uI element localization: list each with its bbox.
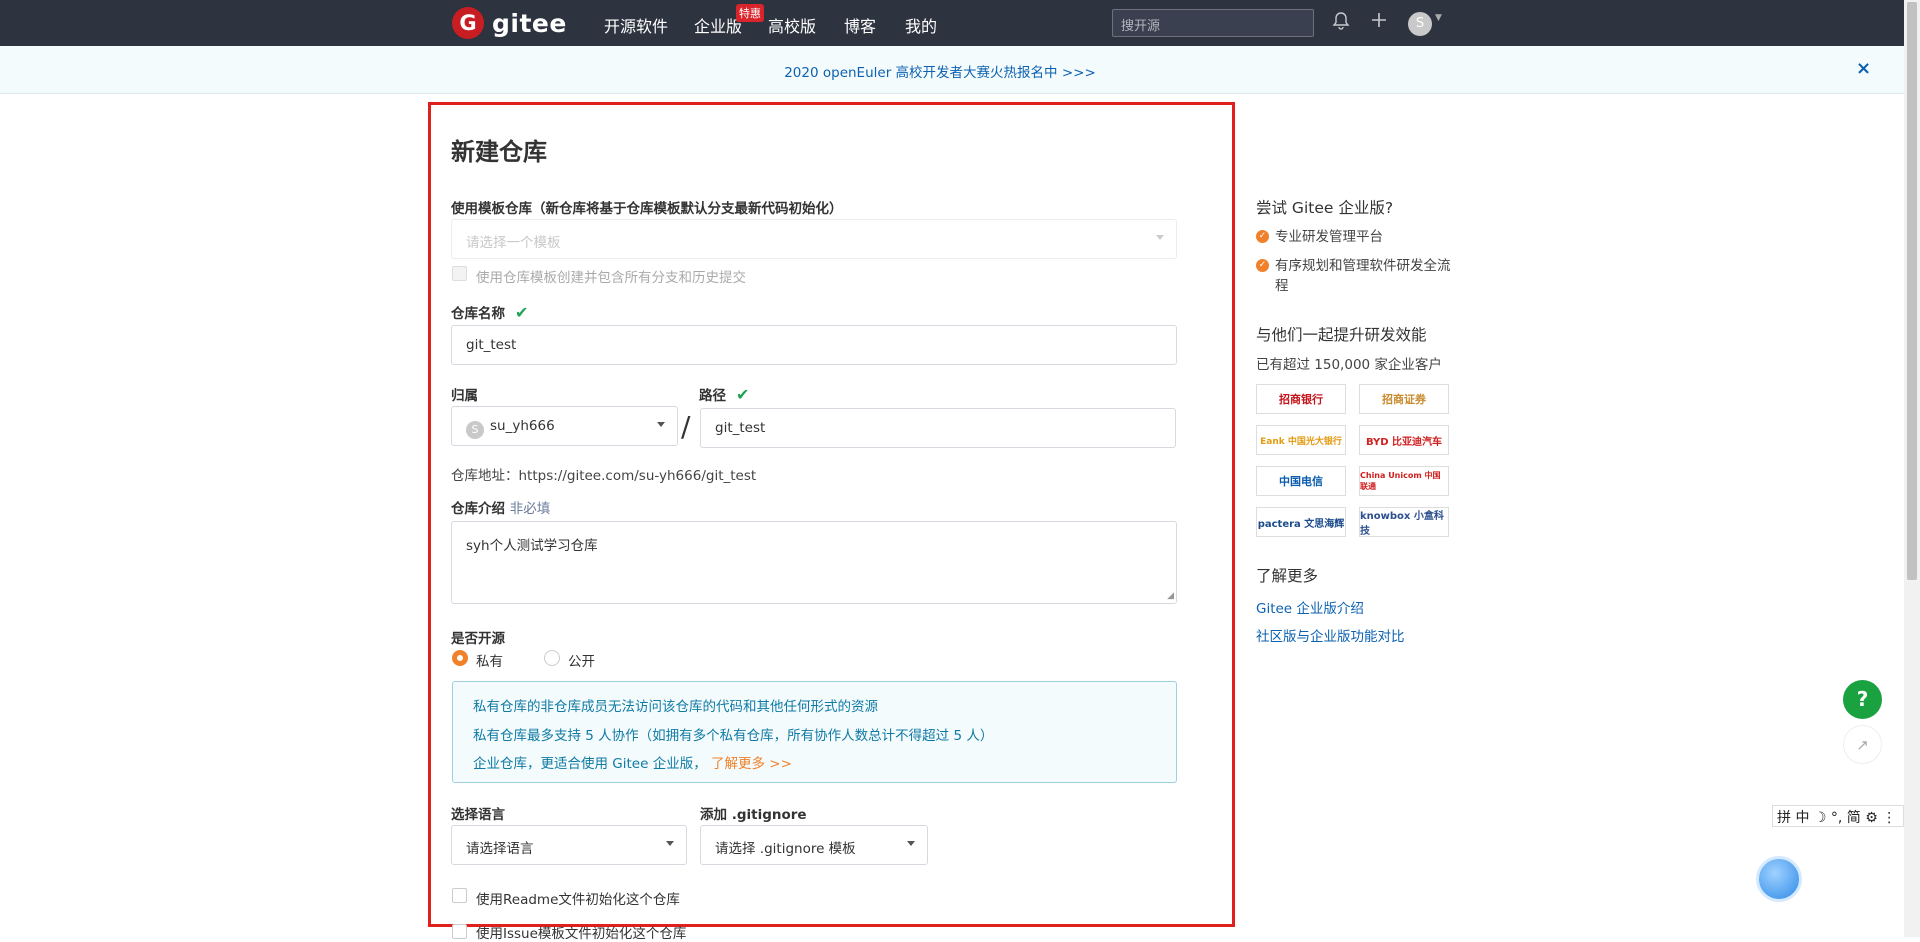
close-icon[interactable]: × (1856, 58, 1871, 79)
promo-badge: 特惠 (736, 4, 764, 22)
template-placeholder: 请选择一个模板 (466, 235, 561, 251)
bell-icon[interactable] (1330, 11, 1352, 33)
customer-logo: Eank 中国光大银行 (1256, 425, 1346, 455)
readme-checkbox-label: 使用Readme文件初始化这个仓库 (476, 892, 680, 908)
description-textarea[interactable]: syh个人测试学习仓库 ◢ (451, 521, 1177, 604)
chevron-down-icon[interactable]: ▼ (1435, 13, 1442, 23)
learn-more-link[interactable]: 了解更多 >> (711, 756, 792, 772)
path-input[interactable]: git_test (700, 408, 1176, 448)
repo-name-label: 仓库名称 ✔ (451, 302, 528, 322)
gitee-logo[interactable]: G gitee (452, 7, 567, 39)
gitignore-value: 请选择 .gitignore 模板 (715, 841, 856, 857)
user-avatar[interactable]: S (1408, 12, 1432, 36)
customer-logo: BYD 比亚迪汽车 (1359, 425, 1449, 455)
customer-logo: China Unicom 中国联通 (1359, 466, 1449, 496)
optional-hint: 非必填 (509, 501, 551, 517)
info-line: 企业仓库，更适合使用 Gitee 企业版， 了解更多 >> (473, 752, 792, 772)
nav-open-source[interactable]: 开源软件 (604, 13, 668, 37)
private-radio-label: 私有 (476, 654, 503, 670)
gitignore-select[interactable]: 请选择 .gitignore 模板 (700, 825, 928, 865)
owner-value: su_yh666 (490, 418, 555, 434)
description-value: syh个人测试学习仓库 (466, 538, 598, 554)
language-select[interactable]: 请选择语言 (451, 825, 687, 865)
scrollbar-thumb[interactable] (1907, 2, 1917, 580)
feature-text: 有序规划和管理软件研发全流程 (1275, 258, 1451, 294)
path-label-text: 路径 (699, 388, 726, 404)
feature-text: 专业研发管理平台 (1275, 229, 1383, 245)
customer-logo: 招商银行 (1256, 384, 1346, 414)
customer-logo: knowbox 小盒科技 (1359, 507, 1449, 537)
gitignore-label: 添加 .gitignore (700, 807, 807, 823)
try-enterprise-title: 尝试 Gitee 企业版? (1256, 199, 1394, 217)
owner-label: 归属 (451, 388, 478, 404)
learn-more-title: 了解更多 (1256, 567, 1319, 585)
nav-blog[interactable]: 博客 (844, 13, 876, 37)
check-circle-icon: ✓ (1256, 259, 1269, 272)
top-navbar: G gitee 开源软件 企业版 特惠 高校版 博客 我的 搜开源 S ▼ (0, 0, 1920, 46)
private-info-box: 私有仓库的非仓库成员无法访问该仓库的代码和其他任何形式的资源 私有仓库最多支持 … (452, 681, 1177, 783)
check-circle-icon: ✓ (1256, 230, 1269, 243)
chevron-down-icon (657, 422, 665, 427)
template-select[interactable]: 请选择一个模板 (451, 219, 1177, 259)
page-title: 新建仓库 (451, 138, 547, 166)
owner-avatar: S (466, 421, 484, 439)
readme-checkbox[interactable] (452, 888, 467, 903)
info-line: 私有仓库最多支持 5 人协作（如拥有多个私有仓库，所有协作人数总计不得超过 5 … (473, 728, 994, 744)
compare-editions-link[interactable]: 社区版与企业版功能对比 (1256, 625, 1405, 645)
info-line: 私有仓库的非仓库成员无法访问该仓库的代码和其他任何形式的资源 (473, 699, 878, 715)
gitee-logo-icon: G (452, 7, 484, 39)
repo-name-label-text: 仓库名称 (451, 306, 505, 322)
public-radio-label: 公开 (568, 654, 595, 670)
banner-link[interactable]: 2020 openEuler 高校开发者大赛火热报名中 >>> (0, 61, 1880, 81)
language-value: 请选择语言 (466, 841, 534, 857)
nav-university[interactable]: 高校版 (768, 13, 816, 37)
issue-checkbox-label: 使用Issue模板文件初始化这个仓库 (476, 926, 687, 942)
check-icon: ✔ (736, 385, 750, 404)
public-radio[interactable] (544, 650, 560, 666)
customer-logo: pactera 文思海辉 (1256, 507, 1346, 537)
info-line-text: 企业仓库，更适合使用 Gitee 企业版， (473, 756, 707, 772)
floating-assistant-icon[interactable] (1756, 856, 1802, 902)
language-label: 选择语言 (451, 807, 505, 823)
path-label: 路径 ✔ (699, 384, 749, 404)
description-label: 仓库介绍 非必填 (451, 497, 550, 517)
chevron-down-icon (666, 841, 674, 846)
plus-icon[interactable] (1368, 11, 1390, 33)
resize-handle-icon[interactable]: ◢ (1167, 591, 1174, 601)
repo-address: 仓库地址：https://gitee.com/su-yh666/git_test (451, 468, 757, 484)
feature-item: ✓ 专业研发管理平台 (1256, 227, 1456, 247)
open-source-label: 是否开源 (451, 631, 505, 647)
path-separator: / (681, 410, 691, 443)
ime-toolbar[interactable]: 拼 中 ☽ °, 简 ⚙ ⋮ (1772, 805, 1904, 827)
private-radio[interactable] (452, 650, 468, 666)
gitee-logo-text: gitee (492, 8, 567, 38)
chevron-down-icon (907, 841, 915, 846)
customers-count: 已有超过 150,000 家企业客户 (1256, 357, 1442, 373)
share-icon[interactable]: ↗ (1843, 725, 1882, 764)
chevron-down-icon (1156, 235, 1164, 240)
announcement-banner: 2020 openEuler 高校开发者大赛火热报名中 >>> × (0, 46, 1908, 94)
customer-logo: 中国电信 (1256, 466, 1346, 496)
nav-enterprise-label: 企业版 (694, 17, 743, 36)
template-label: 使用模板仓库（新仓库将基于仓库模板默认分支最新代码初始化） (451, 201, 843, 217)
nav-enterprise[interactable]: 企业版 特惠 (694, 4, 764, 37)
check-icon: ✔ (515, 303, 529, 322)
feature-item: ✓ 有序规划和管理软件研发全流程 (1256, 256, 1456, 296)
description-label-text: 仓库介绍 (451, 501, 505, 517)
repo-name-input[interactable]: git_test (451, 325, 1177, 365)
customer-logo: 招商证券 (1359, 384, 1449, 414)
customers-title: 与他们一起提升研发效能 (1256, 326, 1427, 344)
owner-select[interactable]: Ssu_yh666 (451, 406, 678, 446)
template-history-checkbox[interactable] (452, 266, 467, 281)
nav-mine[interactable]: 我的 (905, 13, 937, 37)
template-history-label: 使用仓库模板创建并包含所有分支和历史提交 (476, 270, 746, 286)
search-input[interactable]: 搜开源 (1112, 9, 1314, 37)
help-button[interactable]: ? (1843, 680, 1882, 719)
enterprise-intro-link[interactable]: Gitee 企业版介绍 (1256, 597, 1364, 617)
